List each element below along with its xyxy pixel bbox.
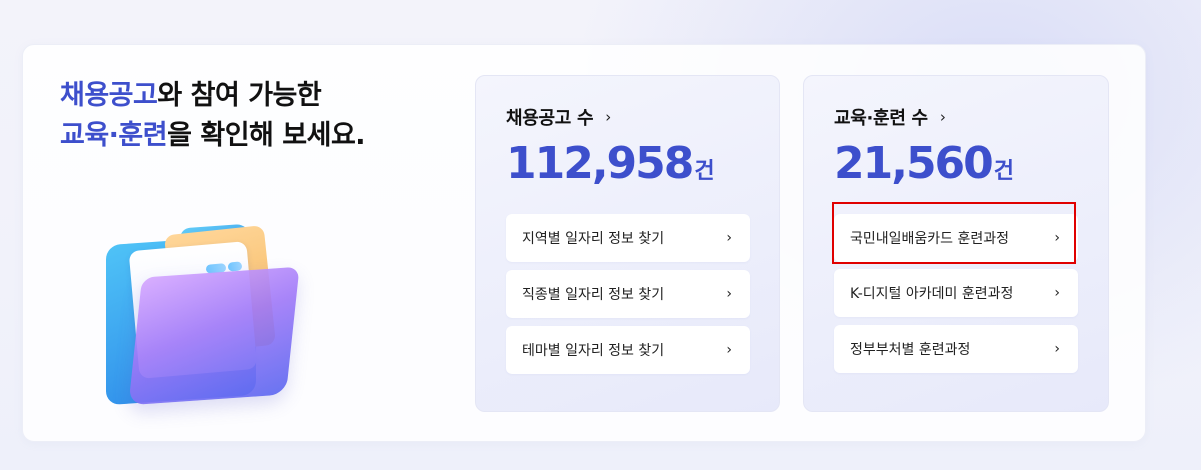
occupation-jobs-link[interactable]: 직종별 일자리 정보 찾기 › [506,270,750,318]
chevron-right-icon: › [726,286,732,302]
chevron-right-icon: › [726,230,732,246]
folder-documents-icon [100,212,300,412]
chevron-right-icon: › [1054,285,1060,301]
link-label: 정부부처별 훈련과정 [850,342,971,358]
job-postings-count: 112,958 건 [506,138,715,189]
headline-text-2: 을 확인해 보세요. [167,120,366,151]
headline-highlight-jobs: 채용공고 [60,80,158,111]
chevron-right-icon: › [1054,230,1060,246]
chevron-right-icon: › [939,108,946,126]
headline-line-2: 교육·훈련을 확인해 보세요. [60,116,366,156]
job-postings-card: 채용공고 수 › 112,958 건 지역별 일자리 정보 찾기 › 직종별 일… [475,75,780,412]
k-digital-academy-course-link[interactable]: K-디지털 아카데미 훈련과정 › [834,269,1078,317]
link-label: K-디지털 아카데미 훈련과정 [850,286,1014,302]
job-postings-title: 채용공고 수 [506,108,594,129]
training-count-value: 21,560 [834,138,994,189]
training-card: 교육·훈련 수 › 21,560 건 국민내일배움카드 훈련과정 › K-디지털… [803,75,1109,412]
national-learning-card-course-link[interactable]: 국민내일배움카드 훈련과정 › [834,214,1078,262]
headline-text-1: 와 참여 가능한 [157,80,322,111]
theme-jobs-link[interactable]: 테마별 일자리 정보 찾기 › [506,326,750,374]
chevron-right-icon: › [605,108,611,126]
training-title-link[interactable]: 교육·훈련 수 › [834,104,946,130]
chevron-right-icon: › [1054,341,1060,357]
chevron-right-icon: › [726,342,732,358]
headline-highlight-training: 교육·훈련 [60,120,168,151]
link-label: 직종별 일자리 정보 찾기 [522,287,665,303]
job-postings-count-value: 112,958 [506,138,694,189]
training-title: 교육·훈련 수 [834,108,928,129]
training-count: 21,560 건 [834,138,1014,189]
link-label: 테마별 일자리 정보 찾기 [522,343,665,359]
job-postings-title-link[interactable]: 채용공고 수 › [506,104,611,130]
training-count-unit: 건 [993,159,1015,184]
link-label: 지역별 일자리 정보 찾기 [522,231,665,247]
ministry-course-link[interactable]: 정부부처별 훈련과정 › [834,325,1078,373]
link-label: 국민내일배움카드 훈련과정 [850,231,1010,247]
headline-line-1: 채용공고와 참여 가능한 [60,76,365,116]
job-postings-count-unit: 건 [694,159,715,184]
region-jobs-link[interactable]: 지역별 일자리 정보 찾기 › [506,214,750,262]
folder-front-shape [128,266,300,406]
page-headline: 채용공고와 참여 가능한 교육·훈련을 확인해 보세요. [60,76,366,156]
